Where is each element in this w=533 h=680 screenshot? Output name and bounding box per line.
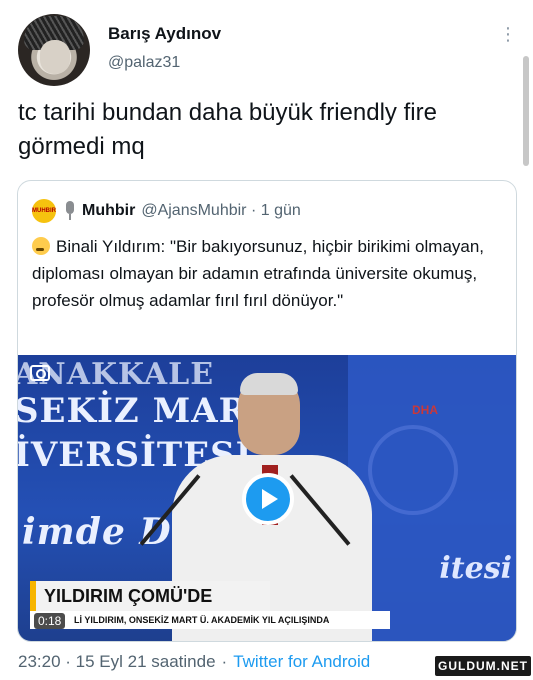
more-icon[interactable]: ⋮ xyxy=(498,24,518,44)
play-icon[interactable] xyxy=(242,473,294,525)
video-caption: YILDIRIM ÇOMÜ'DE xyxy=(30,581,270,611)
channel-logo: DHA xyxy=(412,403,438,417)
tweet-footer: 23:20 · 15 Eyl 21 saatinde · Twitter for… xyxy=(18,652,370,672)
tweet-header: Barış Aydınov @palaz31 ⋮ xyxy=(18,14,518,88)
thinking-face-icon xyxy=(32,237,50,255)
quoted-display-name[interactable]: Muhbir xyxy=(82,202,135,220)
quoted-text: Binali Yıldırım: "Bir bakıyorsunuz, hiçb… xyxy=(32,237,485,310)
tweet-source[interactable]: Twitter for Android xyxy=(233,652,370,672)
author-handle[interactable]: @palaz31 xyxy=(108,54,180,72)
separator-dot: · xyxy=(246,202,261,219)
scrollbar[interactable] xyxy=(523,56,529,166)
tweet-text: tc tarihi bundan daha büyük friendly fir… xyxy=(18,99,437,160)
avatar[interactable] xyxy=(18,14,90,86)
quoted-avatar-text: MUHBIR xyxy=(32,208,56,214)
camera-icon xyxy=(30,365,50,381)
separator-dot: · xyxy=(221,652,228,671)
quoted-tweet-header: MUHBIR Muhbir @AjansMuhbir · 1 gün xyxy=(32,199,301,223)
watermark: GULDUM.NET xyxy=(435,656,531,676)
speaker-hair xyxy=(240,373,298,395)
video-bg-text-right: itesi xyxy=(439,551,512,586)
video-duration: 0:18 xyxy=(34,613,66,629)
quoted-age[interactable]: 1 gün xyxy=(261,202,301,220)
avatar-face xyxy=(40,40,70,74)
quoted-handle[interactable]: @AjansMuhbir xyxy=(141,202,246,220)
tweet-timestamp[interactable]: 23:20 · 15 Eyl 21 saatinde xyxy=(18,652,216,672)
quoted-text-block: Binali Yıldırım: "Bir bakıyorsunuz, hiçb… xyxy=(32,233,502,314)
mic-icon xyxy=(64,201,76,221)
video-ticker: Lİ YILDIRIM, ONSEKİZ MART Ü. AKADEMİK YI… xyxy=(30,611,390,629)
video-player[interactable]: DHA ANAKKALE SEKİZ MART İVERSİTESİ imde … xyxy=(18,355,516,641)
quoted-tweet[interactable]: MUHBIR Muhbir @AjansMuhbir · 1 gün Binal… xyxy=(17,180,517,642)
author-display-name[interactable]: Barış Aydınov xyxy=(108,24,221,44)
quoted-avatar[interactable]: MUHBIR xyxy=(32,199,56,223)
